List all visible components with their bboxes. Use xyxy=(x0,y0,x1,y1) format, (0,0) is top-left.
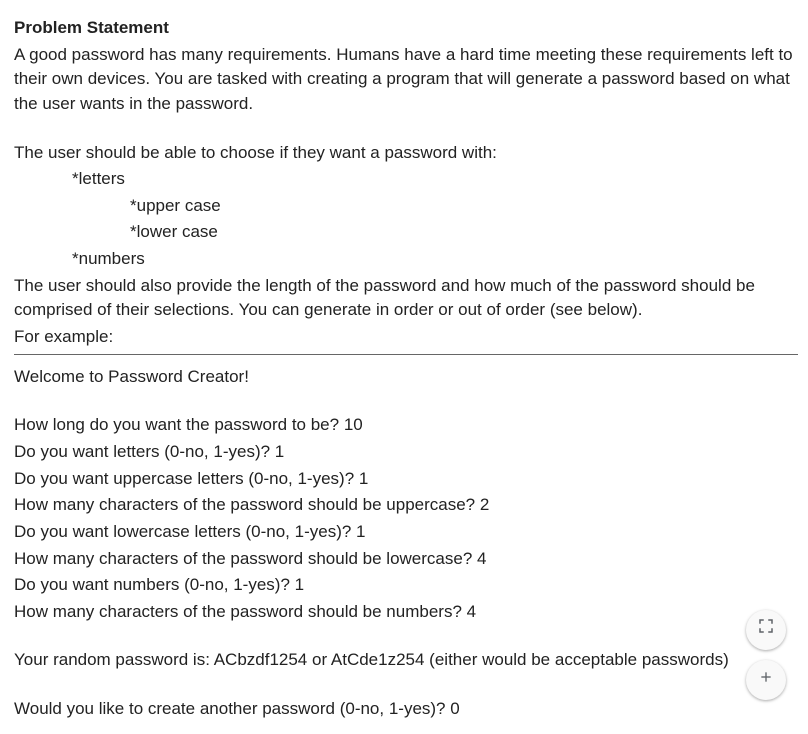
prompt-numbers-count: How many characters of the password shou… xyxy=(14,600,798,625)
bullet-upper-case: *upper case xyxy=(14,194,798,219)
prompt-numbers: Do you want numbers (0-no, 1-yes)? 1 xyxy=(14,573,798,598)
welcome-line: Welcome to Password Creator! xyxy=(14,365,798,390)
for-example-label: For example: xyxy=(14,325,798,350)
intro-paragraph-2: The user should also provide the length … xyxy=(14,274,798,323)
prompt-lowercase-count: How many characters of the password shou… xyxy=(14,547,798,572)
prompt-length: How long do you want the password to be?… xyxy=(14,413,798,438)
again-prompt: Would you like to create another passwor… xyxy=(14,697,798,722)
intro-paragraph-1: A good password has many requirements. H… xyxy=(14,43,798,117)
bullet-lower-case: *lower case xyxy=(14,220,798,245)
prompt-lowercase: Do you want lowercase letters (0-no, 1-y… xyxy=(14,520,798,545)
prompt-uppercase: Do you want uppercase letters (0-no, 1-y… xyxy=(14,467,798,492)
prompt-letters: Do you want letters (0-no, 1-yes)? 1 xyxy=(14,440,798,465)
fit-to-window-icon xyxy=(757,617,775,643)
prompt-uppercase-count: How many characters of the password shou… xyxy=(14,493,798,518)
section-heading: Problem Statement xyxy=(14,16,798,41)
bullet-letters: *letters xyxy=(14,167,798,192)
bullet-numbers: *numbers xyxy=(14,247,798,272)
zoom-in-button[interactable] xyxy=(746,660,786,700)
choose-line: The user should be able to choose if the… xyxy=(14,141,798,166)
divider xyxy=(14,354,798,355)
fit-to-window-button[interactable] xyxy=(746,610,786,650)
result-line: Your random password is: ACbzdf1254 or A… xyxy=(14,648,798,673)
plus-icon xyxy=(758,668,774,693)
